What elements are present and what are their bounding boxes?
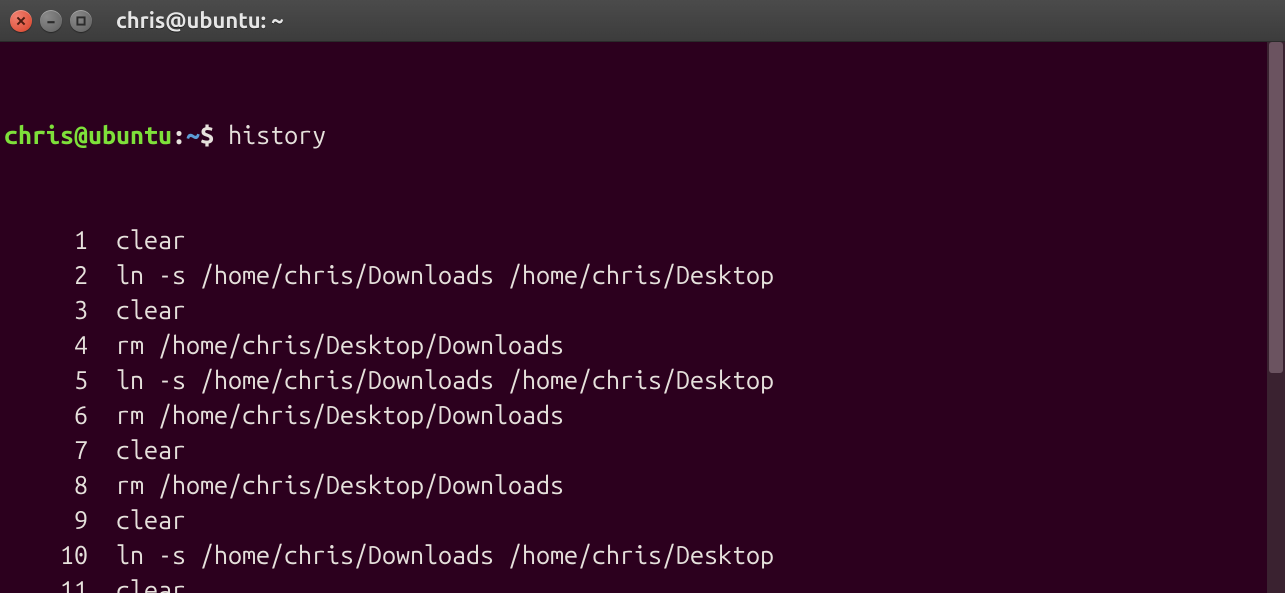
maximize-icon: [75, 15, 87, 27]
maximize-button[interactable]: [70, 10, 92, 32]
close-icon: [15, 15, 27, 27]
history-number: 11: [4, 573, 88, 593]
history-command: rm /home/chris/Desktop/Downloads: [116, 398, 564, 433]
window-controls: [10, 10, 92, 32]
history-row: 2 ln -s /home/chris/Downloads /home/chris…: [4, 258, 1281, 293]
history-row: 9 clear: [4, 503, 1281, 538]
history-number: 2: [4, 258, 88, 293]
history-command: rm /home/chris/Desktop/Downloads: [116, 328, 564, 363]
history-command: ln -s /home/chris/Downloads /home/chris/…: [116, 363, 774, 398]
history-row: 3 clear: [4, 293, 1281, 328]
prompt-line: chris@ubuntu:~$ history: [4, 118, 1281, 153]
terminal-viewport[interactable]: chris@ubuntu:~$ history 1 clear 2 ln -s /ho…: [0, 42, 1285, 593]
scrollbar-thumb[interactable]: [1269, 42, 1283, 373]
history-row: 6 rm /home/chris/Desktop/Downloads: [4, 398, 1281, 433]
history-number: 10: [4, 538, 88, 573]
entered-command: [214, 118, 228, 153]
history-number: 8: [4, 468, 88, 503]
history-number: 4: [4, 328, 88, 363]
history-row: 7 clear: [4, 433, 1281, 468]
history-command: rm /home/chris/Desktop/Downloads: [116, 468, 564, 503]
entered-command-text: history: [228, 118, 326, 153]
terminal-window: chris@ubuntu: ~ chris@ubuntu:~$ history …: [0, 0, 1285, 593]
history-command: clear: [116, 573, 186, 593]
minimize-icon: [45, 15, 57, 27]
history-row: 1 clear: [4, 223, 1281, 258]
history-row: 4 rm /home/chris/Desktop/Downloads: [4, 328, 1281, 363]
history-number: 3: [4, 293, 88, 328]
prompt-sigil: $: [200, 118, 214, 153]
history-number: 9: [4, 503, 88, 538]
history-command: ln -s /home/chris/Downloads /home/chris/…: [116, 538, 774, 573]
vertical-scrollbar[interactable]: [1267, 42, 1285, 593]
close-button[interactable]: [10, 10, 32, 32]
prompt-user-host: chris@ubuntu: [4, 118, 172, 153]
history-number: 1: [4, 223, 88, 258]
history-row: 8 rm /home/chris/Desktop/Downloads: [4, 468, 1281, 503]
history-row: 10 ln -s /home/chris/Downloads /home/chri…: [4, 538, 1281, 573]
history-row: 5 ln -s /home/chris/Downloads /home/chris…: [4, 363, 1281, 398]
history-output: 1 clear 2 ln -s /home/chris/Downloads /home…: [4, 223, 1281, 593]
history-row: 11 clear: [4, 573, 1281, 593]
window-title: chris@ubuntu: ~: [116, 8, 284, 33]
history-number: 6: [4, 398, 88, 433]
history-command: clear: [116, 293, 186, 328]
history-number: 5: [4, 363, 88, 398]
history-command: clear: [116, 223, 186, 258]
history-number: 7: [4, 433, 88, 468]
prompt-separator: :: [172, 118, 186, 153]
history-command: ln -s /home/chris/Downloads /home/chris/…: [116, 258, 774, 293]
titlebar: chris@ubuntu: ~: [0, 0, 1285, 42]
history-command: clear: [116, 433, 186, 468]
minimize-button[interactable]: [40, 10, 62, 32]
prompt-cwd: ~: [186, 118, 200, 153]
history-command: clear: [116, 503, 186, 538]
